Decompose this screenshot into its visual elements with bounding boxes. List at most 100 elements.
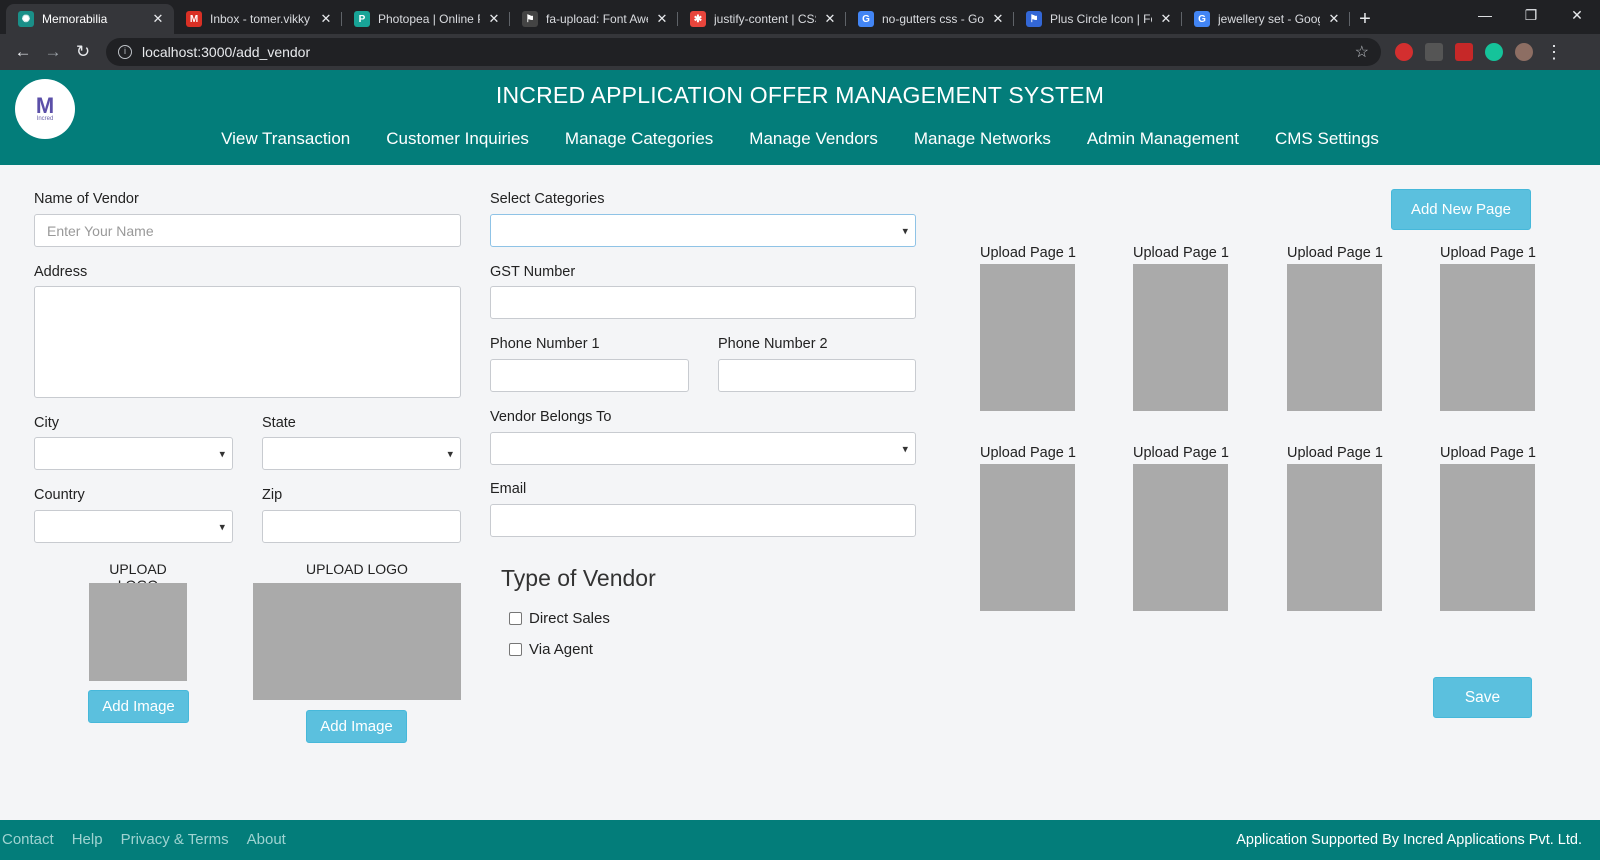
profile-avatar[interactable] (1515, 43, 1533, 61)
city-label: City (34, 415, 59, 431)
extension-code-icon[interactable] (1425, 43, 1443, 61)
tab-favicon-icon: ⚑ (522, 11, 538, 27)
reload-icon[interactable]: ↻ (68, 42, 98, 62)
address-textarea[interactable] (34, 286, 461, 398)
footer-link-privacy-terms[interactable]: Privacy & Terms (121, 831, 229, 848)
phone2-input[interactable] (718, 359, 916, 392)
email-label: Email (490, 481, 527, 497)
vendor-type-heading: Type of Vendor (501, 565, 656, 591)
add-image-button-2[interactable]: Add Image (306, 710, 407, 743)
phone1-input[interactable] (490, 359, 689, 392)
tab-favicon-icon: G (858, 11, 874, 27)
gst-input[interactable] (490, 286, 916, 319)
tab-separator (1349, 12, 1350, 26)
forward-icon[interactable]: → (38, 42, 68, 62)
browser-tab[interactable]: M Inbox - tomer.vikky ✕ (174, 4, 342, 34)
tab-title: fa-upload: Font Awe (546, 12, 648, 26)
extension-red-icon[interactable] (1395, 43, 1413, 61)
tab-favicon-icon: M (186, 11, 202, 27)
tab-favicon-icon: P (354, 11, 370, 27)
restore-icon[interactable]: ❐ (1508, 0, 1554, 30)
tab-close-icon[interactable]: ✕ (822, 11, 838, 27)
upload-page-label: Upload Page 1 (980, 445, 1076, 461)
add-image-button-1[interactable]: Add Image (88, 690, 189, 723)
country-label: Country (34, 487, 85, 503)
footer-support-text: Application Supported By Incred Applicat… (1236, 832, 1582, 848)
tab-close-icon[interactable]: ✕ (1326, 11, 1342, 27)
new-tab-button[interactable]: + (1350, 4, 1380, 34)
nav-item-customer-inquiries[interactable]: Customer Inquiries (386, 129, 529, 148)
tab-close-icon[interactable]: ✕ (150, 11, 166, 27)
zip-input[interactable] (262, 510, 461, 543)
minimize-icon[interactable]: — (1462, 0, 1508, 30)
save-button[interactable]: Save (1433, 677, 1532, 718)
tab-title: Plus Circle Icon | For (1050, 12, 1152, 26)
bookmark-star-icon[interactable]: ☆ (1355, 42, 1369, 62)
browser-tab[interactable]: Gjewellery set - Goog ✕ (1182, 4, 1350, 34)
app-title: INCRED APPLICATION OFFER MANAGEMENT SYST… (495, 82, 1105, 108)
logo-preview-1 (89, 583, 187, 681)
upload-page-slot[interactable] (1440, 264, 1535, 411)
tab-close-icon[interactable]: ✕ (654, 11, 670, 27)
browser-tab[interactable]: ⚑ Plus Circle Icon | For ✕ (1014, 4, 1182, 34)
extensions (1395, 43, 1533, 61)
city-select[interactable] (34, 437, 233, 470)
upload-page-label: Upload Page 1 (980, 245, 1076, 261)
footer-link-about[interactable]: About (247, 831, 286, 848)
main-nav: View Transaction Customer Inquiries Manage… (0, 129, 1600, 149)
tab-close-icon[interactable]: ✕ (1158, 11, 1174, 27)
nav-item-manage-networks[interactable]: Manage Networks (914, 129, 1051, 148)
upload-logo-label-2: UPLOAD LOGO (306, 561, 408, 577)
add-vendor-form: Name of Vendor Enter Your Name Address C… (0, 165, 1600, 805)
extension-gift-icon[interactable] (1455, 43, 1473, 61)
tab-favicon-icon: ✱ (690, 11, 706, 27)
nav-item-admin-management[interactable]: Admin Management (1087, 129, 1239, 148)
nav-item-view-transaction[interactable]: View Transaction (221, 129, 350, 148)
direct-sales-checkbox[interactable] (509, 612, 522, 625)
upload-page-slot[interactable] (980, 464, 1075, 611)
upload-page-slot[interactable] (1133, 264, 1228, 411)
categories-label: Select Categories (490, 191, 605, 207)
nav-item-cms-settings[interactable]: CMS Settings (1275, 129, 1379, 148)
footer-link-help[interactable]: Help (72, 831, 103, 848)
grammarly-icon[interactable] (1485, 43, 1503, 61)
upload-page-label: Upload Page 1 (1287, 245, 1383, 261)
nav-item-manage-categories[interactable]: Manage Categories (565, 129, 713, 148)
browser-tab[interactable]: P Photopea | Online P ✕ (342, 4, 510, 34)
state-label: State (262, 415, 296, 431)
state-select[interactable] (262, 437, 461, 470)
footer-link-contact[interactable]: Contact (2, 831, 54, 848)
email-input[interactable] (490, 504, 916, 537)
url-input[interactable]: i localhost:3000/add_vendor ☆ (106, 38, 1381, 66)
categories-select[interactable] (490, 214, 916, 247)
upload-page-slot[interactable] (1133, 464, 1228, 611)
vendor-belongs-select[interactable] (490, 432, 916, 465)
browser-tab[interactable]: Gno-gutters css - Goo ✕ (846, 4, 1014, 34)
via-agent-option[interactable]: Via Agent (509, 641, 593, 658)
upload-page-label: Upload Page 1 (1440, 245, 1536, 261)
browser-menu-icon[interactable]: ⋮ (1545, 42, 1563, 63)
tab-title: jewellery set - Goog (1218, 12, 1320, 26)
tab-close-icon[interactable]: ✕ (318, 11, 334, 27)
via-agent-checkbox[interactable] (509, 643, 522, 656)
close-window-icon[interactable]: ✕ (1554, 0, 1600, 30)
back-icon[interactable]: ← (8, 42, 38, 62)
tab-close-icon[interactable]: ✕ (486, 11, 502, 27)
nav-item-manage-vendors[interactable]: Manage Vendors (749, 129, 878, 148)
upload-page-slot[interactable] (980, 264, 1075, 411)
upload-page-label: Upload Page 1 (1133, 445, 1229, 461)
browser-tab[interactable]: ⚑ fa-upload: Font Awe ✕ (510, 4, 678, 34)
direct-sales-option[interactable]: Direct Sales (509, 610, 610, 627)
vendor-name-input[interactable]: Enter Your Name (34, 214, 461, 247)
add-new-page-button[interactable]: Add New Page (1391, 189, 1531, 230)
browser-tab[interactable]: ✺ Memorabilia ✕ (6, 4, 174, 34)
upload-page-slot[interactable] (1440, 464, 1535, 611)
site-info-icon[interactable]: i (118, 45, 132, 59)
browser-tab[interactable]: ✱ justify-content | CSS ✕ (678, 4, 846, 34)
url-text: localhost:3000/add_vendor (142, 44, 311, 60)
tab-close-icon[interactable]: ✕ (990, 11, 1006, 27)
upload-page-slot[interactable] (1287, 464, 1382, 611)
upload-page-slot[interactable] (1287, 264, 1382, 411)
country-select[interactable] (34, 510, 233, 543)
gst-label: GST Number (490, 264, 576, 280)
